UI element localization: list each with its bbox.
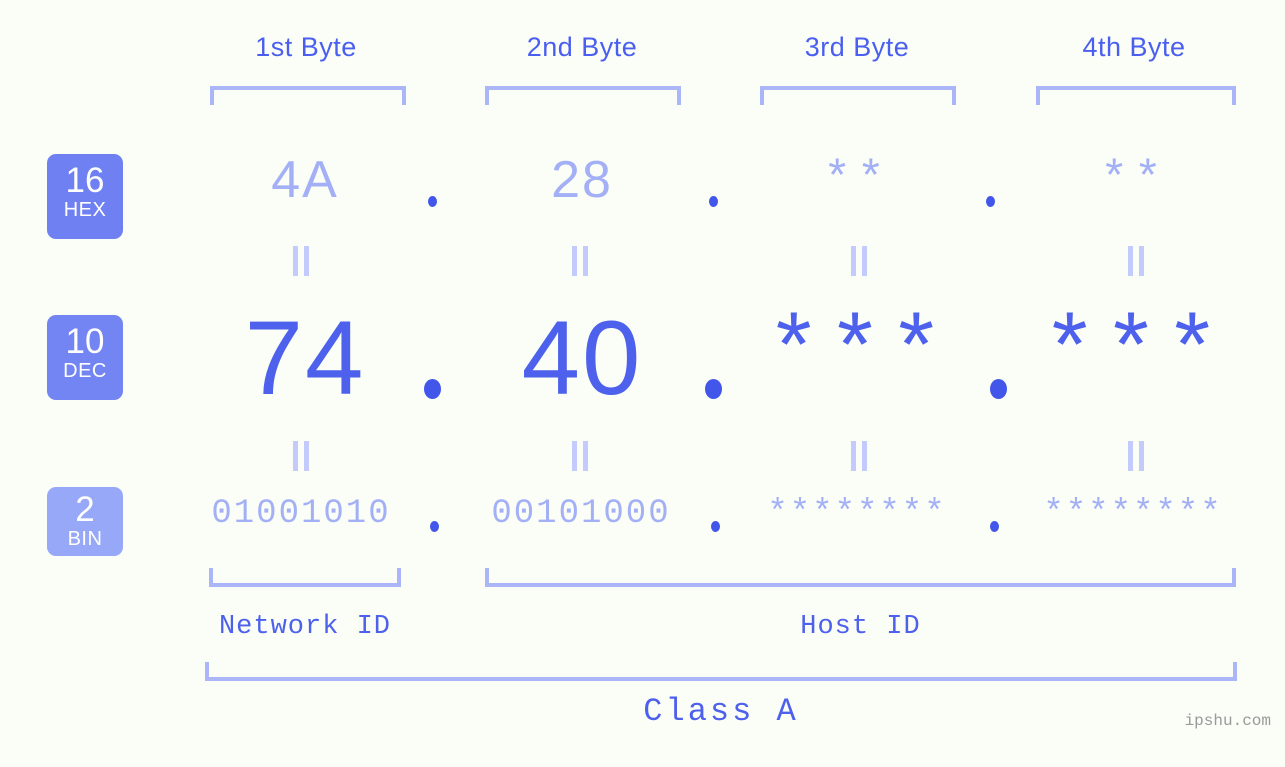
base-badge-hex-number: 16	[65, 161, 105, 200]
dec-byte-3: ***	[766, 302, 950, 407]
network-id-bracket	[209, 568, 401, 587]
hex-separator-dot-3	[986, 196, 995, 207]
byte-bracket-top-3	[760, 86, 956, 105]
byte-header-3: 3rd Byte	[804, 32, 910, 62]
equals-mark-hex-dec-4	[1126, 246, 1148, 276]
dec-byte-4: ***	[1042, 302, 1226, 407]
equals-mark-dec-bin-4	[1126, 441, 1148, 471]
byte-header-1: 1st Byte	[255, 32, 357, 62]
base-badge-bin: 2 BIN	[47, 487, 123, 556]
equals-mark-dec-bin-3	[849, 441, 871, 471]
byte-bracket-top-1	[210, 86, 406, 105]
class-label: Class A	[643, 693, 799, 730]
byte-bracket-top-2	[485, 86, 681, 105]
base-badge-dec-number: 10	[65, 322, 105, 361]
bin-byte-3: ********	[767, 495, 947, 533]
network-id-label: Network ID	[218, 612, 392, 642]
bin-byte-1: 01001010	[211, 495, 391, 533]
ip-address-breakdown-diagram: 1st Byte 2nd Byte 3rd Byte 4th Byte 16 H…	[0, 0, 1285, 767]
site-watermark: ipshu.com	[1184, 712, 1271, 730]
equals-mark-dec-bin-2	[570, 441, 592, 471]
hex-byte-2: 28	[551, 151, 613, 209]
base-badge-hex-name: HEX	[63, 199, 107, 221]
equals-mark-hex-dec-2	[570, 246, 592, 276]
dec-byte-1: 74	[244, 300, 366, 417]
byte-header-4: 4th Byte	[1082, 32, 1186, 62]
base-badge-bin-name: BIN	[67, 528, 103, 550]
bin-byte-2: 00101000	[491, 495, 671, 533]
equals-mark-dec-bin-1	[291, 441, 313, 471]
equals-mark-hex-dec-1	[291, 246, 313, 276]
class-bracket	[205, 662, 1237, 681]
hex-separator-dot-1	[428, 196, 437, 207]
hex-byte-4: **	[1100, 154, 1168, 206]
equals-mark-hex-dec-3	[849, 246, 871, 276]
byte-header-2: 2nd Byte	[526, 32, 638, 62]
base-badge-dec: 10 DEC	[47, 315, 123, 400]
host-id-bracket	[485, 568, 1236, 587]
hex-byte-1: 4A	[271, 151, 339, 209]
bin-byte-4: ********	[1043, 495, 1223, 533]
dec-byte-2: 40	[521, 300, 643, 417]
base-badge-dec-name: DEC	[63, 360, 107, 382]
base-badge-bin-number: 2	[75, 490, 95, 529]
host-id-label: Host ID	[800, 612, 921, 642]
base-badge-hex: 16 HEX	[47, 154, 123, 239]
byte-bracket-top-4	[1036, 86, 1236, 105]
hex-byte-3: **	[823, 154, 891, 206]
hex-separator-dot-2	[709, 196, 718, 207]
